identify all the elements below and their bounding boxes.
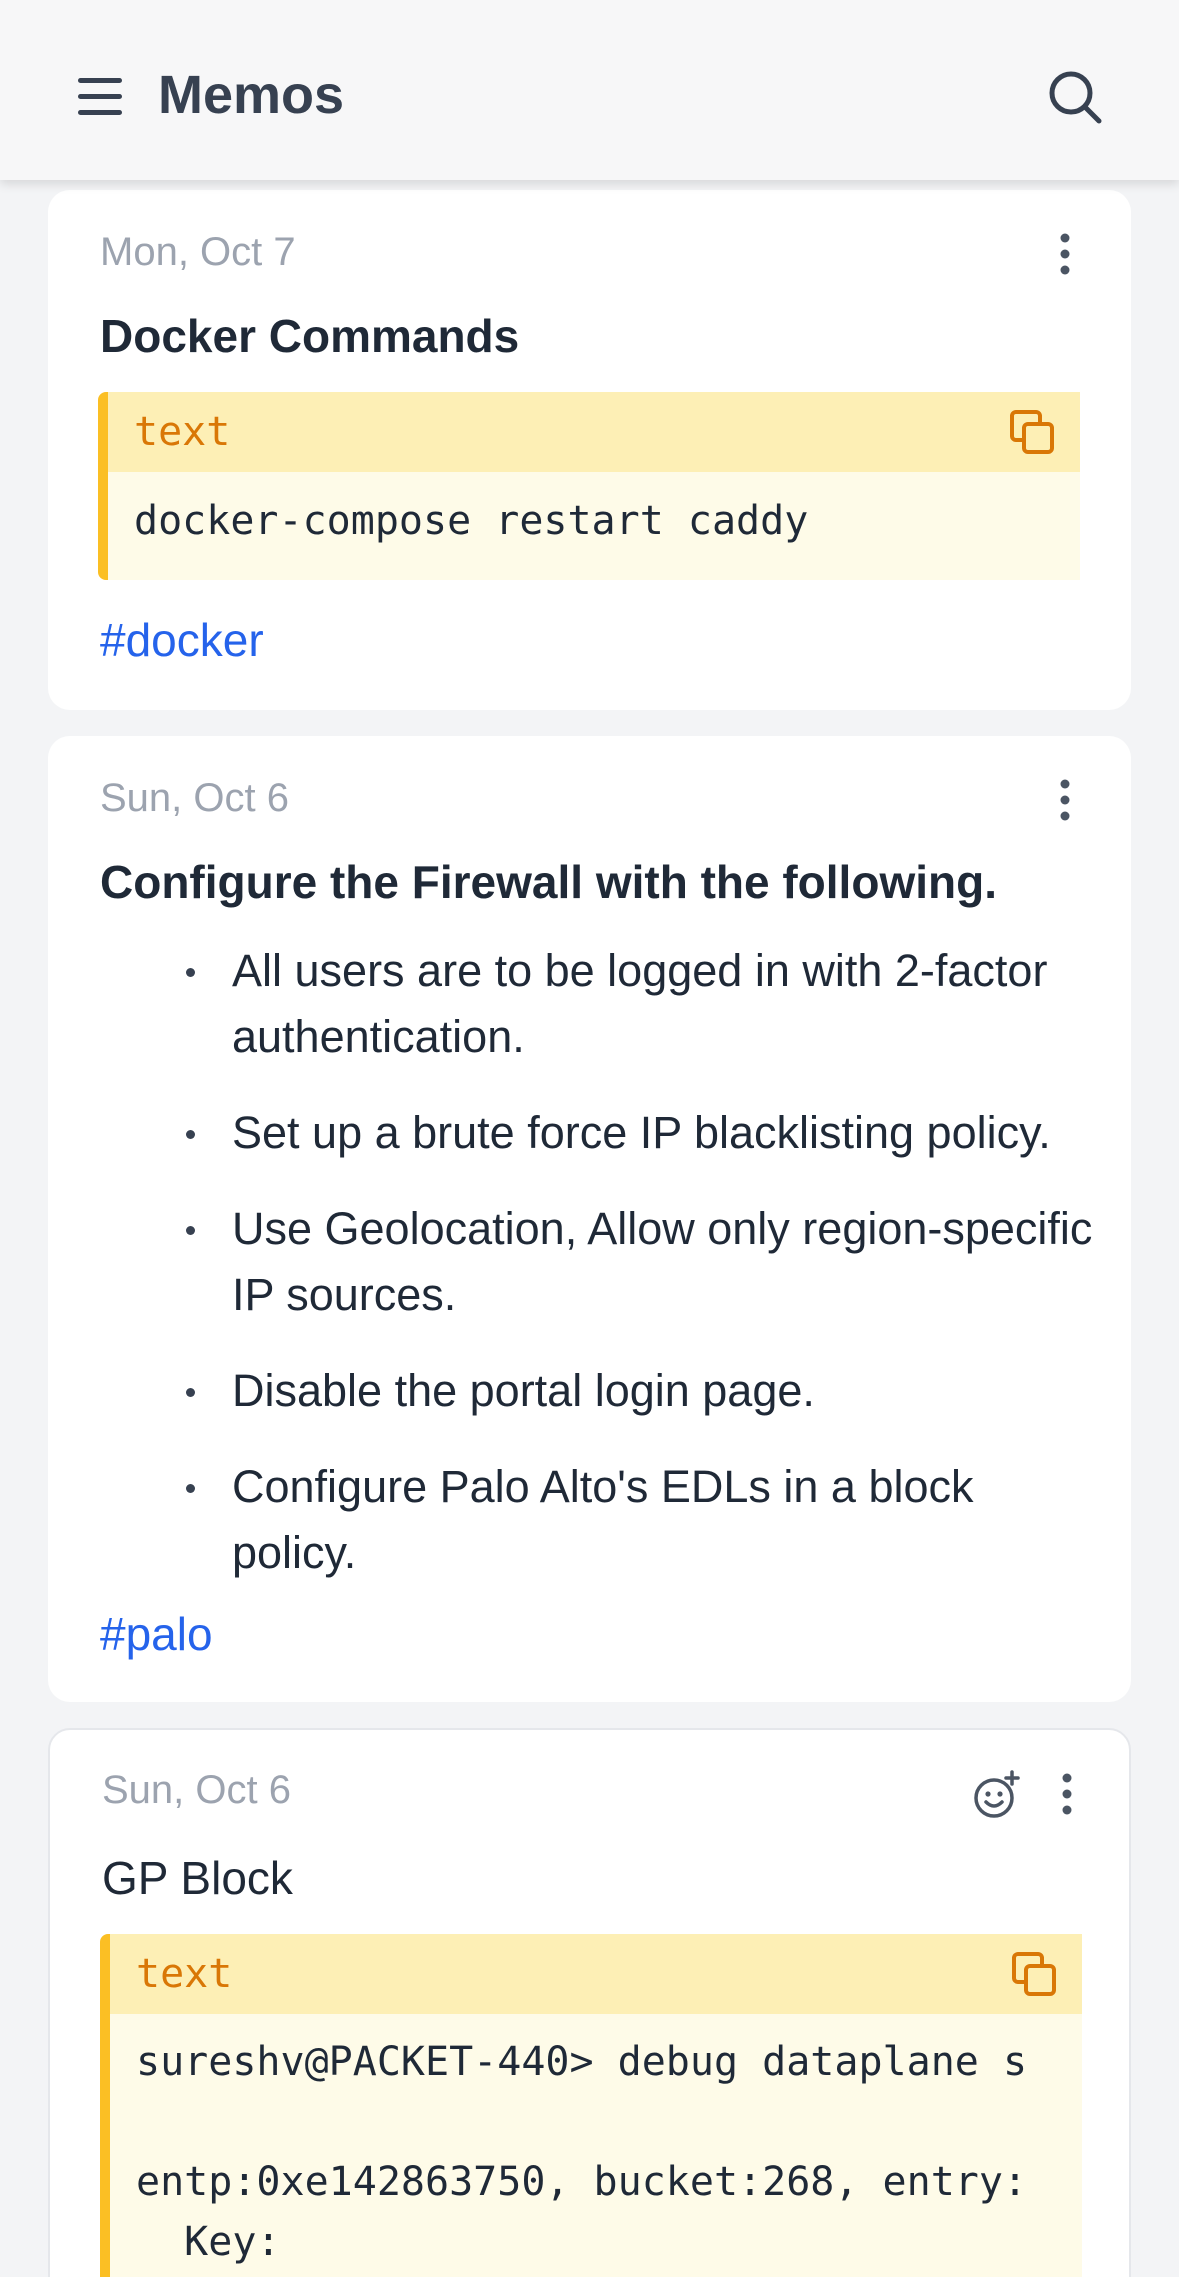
hamburger-menu-icon[interactable] xyxy=(74,72,130,122)
list-item: Set up a brute force IP blacklisting pol… xyxy=(100,1100,1100,1166)
list-item-text: Set up a brute force IP blacklisting pol… xyxy=(232,1107,1051,1158)
more-options-icon[interactable] xyxy=(1050,232,1080,276)
bullet-dot xyxy=(186,1130,195,1139)
code-language-label: text xyxy=(134,409,231,455)
bullet-dot xyxy=(186,968,195,977)
more-options-icon[interactable] xyxy=(1052,1772,1082,1816)
bullet-list: All users are to be logged in with 2-fac… xyxy=(100,938,1100,1616)
app-title: Memos xyxy=(158,65,345,125)
app-header: Memos xyxy=(0,0,1179,180)
bullet-dot xyxy=(186,1226,195,1235)
memo-date: Sun, Oct 6 xyxy=(102,1768,291,1812)
memo-title: Docker Commands xyxy=(100,310,520,362)
copy-icon[interactable] xyxy=(1008,408,1058,458)
code-content: sureshv@PACKET-440> debug dataplane s en… xyxy=(136,2039,1028,2265)
list-item: Use Geolocation, Allow only region-speci… xyxy=(100,1196,1100,1328)
list-item-text: All users are to be logged in with 2-fac… xyxy=(232,945,1048,1062)
bullet-dot xyxy=(186,1388,195,1397)
code-block: text docker-compose restart caddy xyxy=(98,392,1080,580)
list-item: Disable the portal login page. xyxy=(100,1358,1100,1424)
search-icon[interactable] xyxy=(1046,68,1104,126)
list-item-text: Disable the portal login page. xyxy=(232,1365,815,1416)
code-block: text sureshv@PACKET-440> debug dataplane… xyxy=(100,1934,1082,2277)
code-block-header: text xyxy=(110,1934,1082,2014)
memo-title: Configure the Firewall with the followin… xyxy=(100,856,997,908)
memo-tag[interactable]: #docker xyxy=(100,612,264,668)
add-reaction-icon[interactable] xyxy=(972,1770,1022,1820)
list-item-text: Use Geolocation, Allow only region-speci… xyxy=(232,1203,1093,1320)
list-item: All users are to be logged in with 2-fac… xyxy=(100,938,1100,1070)
more-options-icon[interactable] xyxy=(1050,778,1080,822)
code-block-header: text xyxy=(108,392,1080,472)
copy-icon[interactable] xyxy=(1010,1950,1060,2000)
memo-tag[interactable]: #palo xyxy=(100,1606,213,1662)
list-item-text: Configure Palo Alto's EDLs in a block po… xyxy=(232,1461,974,1578)
memo-date: Mon, Oct 7 xyxy=(100,230,296,274)
memo-title: GP Block xyxy=(102,1852,293,1904)
bullet-dot xyxy=(186,1484,195,1493)
code-language-label: text xyxy=(136,1951,233,1997)
memo-card: Sun, Oct 6 GP Block text sureshv@PACKET-… xyxy=(48,1728,1131,2277)
memo-card: Mon, Oct 7 Docker Commands text docker-c… xyxy=(48,190,1131,710)
memo-date: Sun, Oct 6 xyxy=(100,776,289,820)
list-item: Configure Palo Alto's EDLs in a block po… xyxy=(100,1454,1100,1586)
memo-card: Sun, Oct 6 Configure the Firewall with t… xyxy=(48,736,1131,1702)
code-content: docker-compose restart caddy xyxy=(134,498,809,544)
